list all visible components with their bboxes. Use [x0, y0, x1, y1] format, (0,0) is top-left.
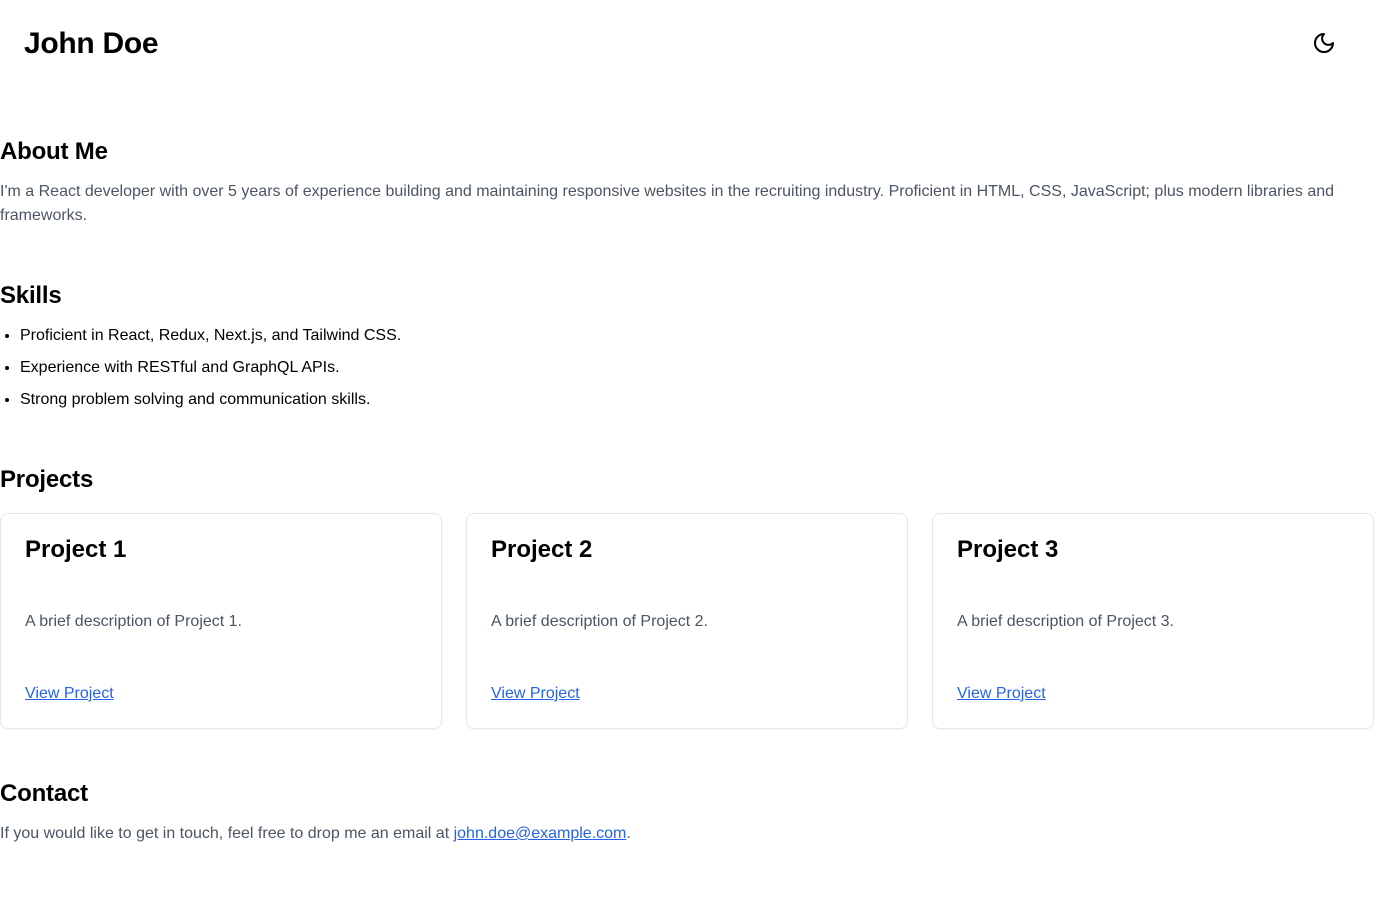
view-project-link[interactable]: View Project [491, 682, 580, 706]
projects-grid: Project 1 A brief description of Project… [0, 513, 1376, 729]
project-description: A brief description of Project 3. [957, 613, 1174, 630]
about-section: About Me I'm a React developer with over… [0, 137, 1376, 228]
contact-text: If you would like to get in touch, feel … [0, 822, 1376, 846]
site-title: John Doe [24, 27, 159, 60]
view-project-link[interactable]: View Project [25, 682, 114, 706]
contact-section: Contact If you would like to get in touc… [0, 779, 1376, 846]
about-text: I'm a React developer with over 5 years … [0, 183, 1335, 224]
skills-heading: Skills [0, 282, 62, 309]
project-card: Project 1 A brief description of Project… [0, 513, 442, 729]
view-project-link[interactable]: View Project [957, 682, 1046, 706]
project-title: Project 3 [957, 536, 1059, 563]
contact-text-after: . [626, 825, 631, 842]
skill-item: Experience with RESTful and GraphQL APIs… [20, 356, 1376, 380]
project-card: Project 2 A brief description of Project… [466, 513, 908, 729]
project-title: Project 2 [491, 536, 593, 563]
contact-email-link[interactable]: john.doe@example.com [454, 825, 627, 842]
skills-section: Skills Proficient in React, Redux, Next.… [0, 281, 1376, 420]
projects-heading: Projects [0, 466, 94, 493]
skills-list: Proficient in React, Redux, Next.js, and… [0, 324, 1376, 412]
contact-text-before: If you would like to get in touch, feel … [0, 825, 454, 842]
project-description: A brief description of Project 1. [25, 613, 242, 630]
skill-item: Proficient in React, Redux, Next.js, and… [20, 324, 1376, 348]
moon-icon [1312, 31, 1336, 58]
about-heading: About Me [0, 138, 108, 165]
project-title: Project 1 [25, 536, 127, 563]
site-header: John Doe [0, 0, 1376, 88]
contact-heading: Contact [0, 780, 88, 807]
projects-section: Projects Project 1 A brief description o… [0, 465, 1376, 729]
theme-toggle-button[interactable] [1304, 24, 1344, 64]
skill-item: Strong problem solving and communication… [20, 388, 1376, 412]
project-description: A brief description of Project 2. [491, 613, 708, 630]
project-card: Project 3 A brief description of Project… [932, 513, 1374, 729]
